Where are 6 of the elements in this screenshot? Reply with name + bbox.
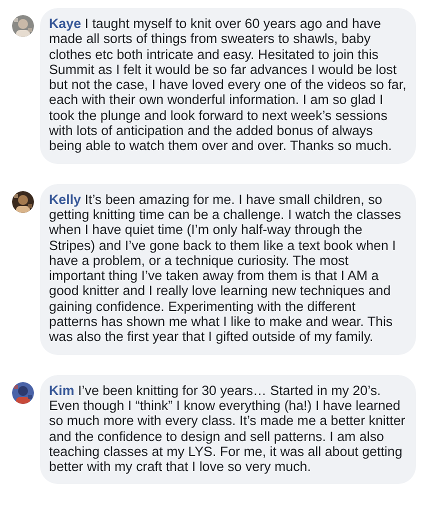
author-name[interactable]: Kim [49, 382, 74, 398]
author-name[interactable]: Kelly [49, 192, 82, 207]
comment-text: Kelly It’s been amazing for me. I have small children, so getting knitting time can be a challenge. I watch the classes when I have quiet time (I’m only half-way through the Stripes) and I’ve gone back to them like a text book when I have a problem, or a technique curiosity. The most important thing I’ve taken away from them is that I AM a good knitter and I really love learning new techniques and gaining confidence. Experimenting with the different patterns has shown me what I like to make and wear. This was also the first year that I gifted outside of my family. [49, 192, 402, 345]
author-name[interactable]: Kaye [49, 16, 82, 31]
comment-text: Kaye I taught myself to knit over 60 years ago and have made all sorts of things from sweaters to shawls, baby clothes etc both intricate and easy. Hesitated to join this Summit as I felt it would be so far advances I would be lost but not the case, I have loved every one of the videos so far, each with their own wonderful information. I am so glad I took the plunge and look forward to next week’s sessions with lots of anticipation and the added bonus of always being able to watch them over and over. Thanks so much. [49, 16, 407, 154]
comment-text: Kim I’ve been knitting for 30 years… Started in my 20’s. Even though I “think” I know everything (ha!) I have learned so much more with every class. It’s made me a better knitter and the confidence to design and sell patterns. I am also teaching classes at my LYS. For me, it was all about getting better with my craft that I love so very much. [49, 382, 406, 474]
